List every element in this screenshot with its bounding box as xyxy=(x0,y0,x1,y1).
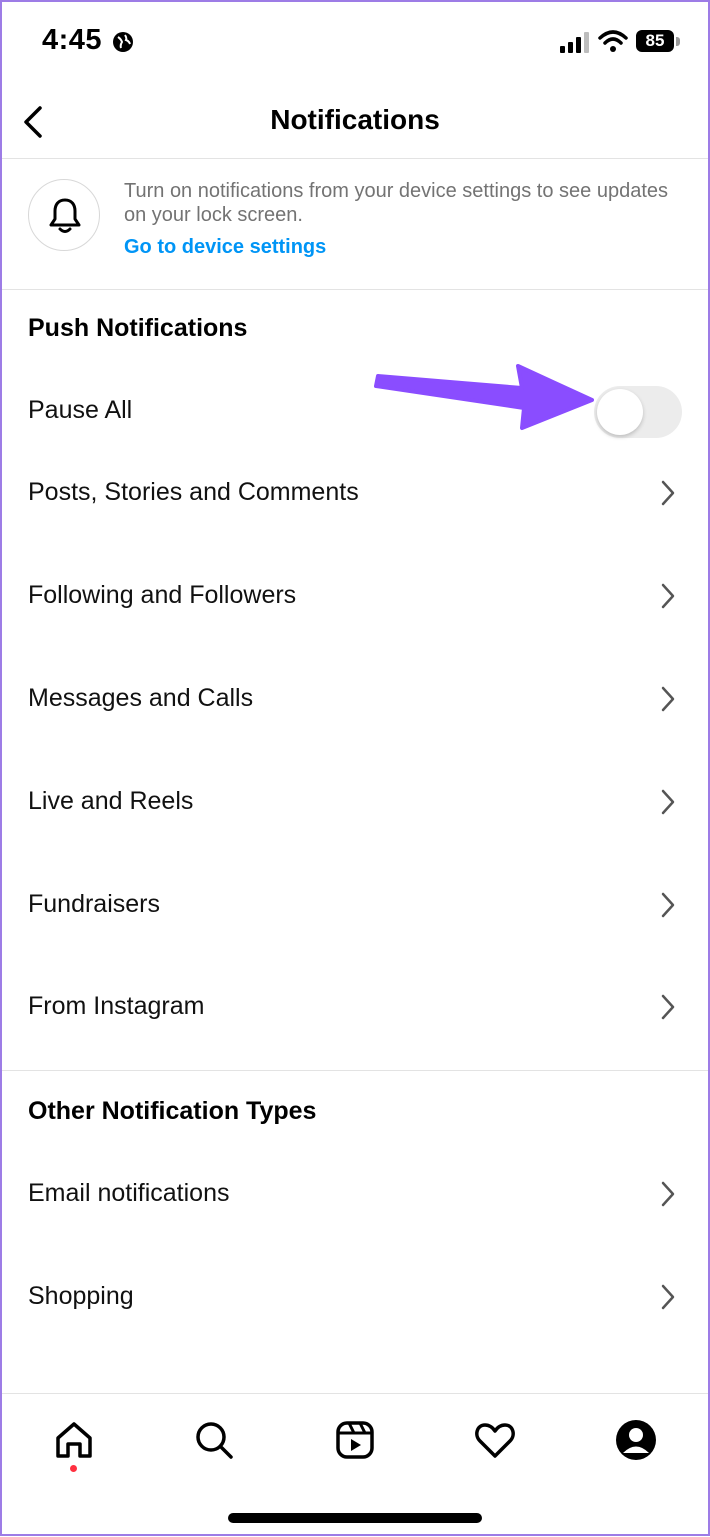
push-notifications-heading: Push Notifications xyxy=(28,314,248,342)
section-divider xyxy=(0,1070,710,1071)
home-icon[interactable] xyxy=(52,1418,96,1462)
list-item-from-instagram[interactable]: From Instagram xyxy=(0,968,710,1048)
other-notification-types-heading: Other Notification Types xyxy=(28,1097,317,1125)
bottom-tab-bar xyxy=(0,1393,710,1537)
list-item-label: Posts, Stories and Comments xyxy=(28,478,359,506)
home-indicator xyxy=(228,1513,482,1523)
pause-all-toggle[interactable] xyxy=(594,386,682,438)
chevron-right-icon xyxy=(661,1284,675,1310)
list-item-live-reels[interactable]: Live and Reels xyxy=(0,763,710,843)
chevron-right-icon xyxy=(661,583,675,609)
list-item-label: Live and Reels xyxy=(28,787,194,815)
list-item-label: From Instagram xyxy=(28,992,205,1020)
list-item-email-notifications[interactable]: Email notifications xyxy=(0,1155,710,1235)
wifi-icon xyxy=(598,30,628,52)
signal-icon xyxy=(560,32,589,53)
chevron-right-icon xyxy=(661,789,675,815)
search-icon[interactable] xyxy=(192,1418,236,1462)
list-item-fundraisers[interactable]: Fundraisers xyxy=(0,866,710,946)
annotation-arrow-icon xyxy=(374,364,594,430)
pause-all-label: Pause All xyxy=(28,396,133,424)
list-item-shopping[interactable]: Shopping xyxy=(0,1258,710,1338)
list-item-posts-stories-comments[interactable]: Posts, Stories and Comments xyxy=(0,454,710,534)
unread-dot xyxy=(70,1465,77,1472)
pause-all-row: Pause All xyxy=(0,372,710,452)
globe-icon xyxy=(113,32,133,52)
reels-icon[interactable] xyxy=(333,1418,377,1462)
chevron-right-icon xyxy=(661,480,675,506)
list-item-messages-calls[interactable]: Messages and Calls xyxy=(0,660,710,740)
heart-icon[interactable] xyxy=(473,1418,517,1462)
chevron-right-icon xyxy=(661,686,675,712)
chevron-right-icon xyxy=(661,1181,675,1207)
battery-icon: 85 xyxy=(636,30,682,54)
list-item-label: Shopping xyxy=(28,1282,134,1310)
list-item-label: Following and Followers xyxy=(28,581,297,609)
list-item-label: Fundraisers xyxy=(28,890,160,918)
banner-message: Turn on notifications from your device s… xyxy=(124,180,668,226)
status-bar: 4:45 85 xyxy=(0,0,710,86)
device-settings-banner: Turn on notifications from your device s… xyxy=(0,159,710,290)
chevron-right-icon xyxy=(661,892,675,918)
list-item-label: Email notifications xyxy=(28,1179,230,1207)
battery-level: 85 xyxy=(636,30,674,52)
bell-icon xyxy=(28,179,100,251)
profile-icon[interactable] xyxy=(614,1418,658,1462)
list-item-following-followers[interactable]: Following and Followers xyxy=(0,557,710,637)
list-item-label: Messages and Calls xyxy=(28,684,254,712)
status-time: 4:45 xyxy=(42,24,103,56)
go-to-device-settings-link[interactable]: Go to device settings xyxy=(124,236,326,259)
chevron-right-icon xyxy=(661,994,675,1020)
page-title: Notifications xyxy=(270,104,440,135)
navigation-header: Notifications xyxy=(0,86,710,159)
